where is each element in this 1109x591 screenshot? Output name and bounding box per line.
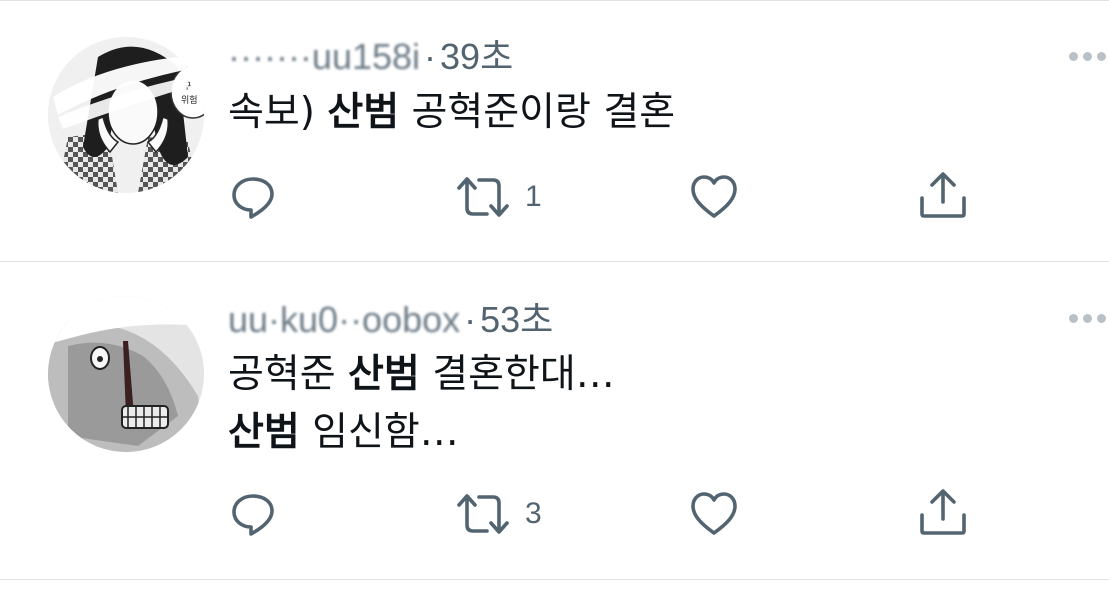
more-dots-icon bbox=[1069, 313, 1078, 323]
tweet-header: ·······uu158i · 39초 bbox=[228, 37, 513, 77]
avatar[interactable] bbox=[48, 296, 204, 452]
text-segment: 임신함… bbox=[299, 410, 459, 455]
tweet[interactable]: uu·ku0··oobox · 53초 공혁준 산범 결혼한대… 산범 임신함… 3 bbox=[0, 262, 1109, 579]
retweet-button[interactable]: 1 bbox=[455, 174, 542, 220]
tweet-header: uu·ku0··oobox · 53초 bbox=[228, 300, 553, 340]
more-options-button[interactable] bbox=[1069, 308, 1109, 328]
tweet[interactable]: 구 위험 ·······uu158i·39초 속보) 산범 공혁준이랑 결혼 1 bbox=[0, 0, 1109, 261]
text-segment: 공혁준 bbox=[228, 352, 349, 397]
share-upload-icon bbox=[920, 489, 966, 535]
user-handle[interactable]: ·······uu158i bbox=[228, 36, 420, 77]
reply-bubble-icon bbox=[232, 177, 274, 219]
retweet-icon bbox=[457, 494, 509, 534]
header-separator: · bbox=[424, 36, 437, 77]
reply-bubble-icon bbox=[232, 494, 274, 536]
more-dots-icon bbox=[1083, 51, 1092, 61]
avatar[interactable]: 구 위험 bbox=[48, 37, 204, 193]
tweet-divider bbox=[0, 579, 1109, 580]
user-handle[interactable]: uu·ku0··oobox bbox=[228, 299, 460, 340]
timestamp[interactable]: 39초 bbox=[440, 36, 513, 77]
share-button[interactable] bbox=[918, 170, 968, 220]
more-dots-icon bbox=[1069, 51, 1078, 61]
more-dots-icon bbox=[1097, 313, 1106, 323]
highlighted-keyword: 산범 bbox=[228, 410, 300, 455]
reply-button[interactable] bbox=[230, 174, 276, 220]
share-upload-icon bbox=[920, 172, 966, 218]
tweet-text-line: 공혁준 산범 결혼한대… bbox=[228, 352, 615, 398]
highlighted-keyword: 산범 bbox=[327, 90, 400, 135]
retweet-count: 3 bbox=[525, 497, 542, 530]
text-segment: 속보) bbox=[228, 90, 328, 135]
heart-icon bbox=[691, 492, 737, 535]
reply-button[interactable] bbox=[230, 491, 276, 537]
text-segment: 결혼한대… bbox=[419, 352, 615, 397]
more-dots-icon bbox=[1097, 51, 1106, 61]
like-button[interactable] bbox=[690, 174, 738, 220]
header-separator: · bbox=[464, 299, 477, 340]
retweet-count: 1 bbox=[525, 180, 542, 213]
text-segment: 공혁준이랑 결혼 bbox=[399, 90, 676, 135]
heart-icon bbox=[691, 175, 737, 218]
tweet-text-line: 산범 임신함… bbox=[228, 410, 459, 456]
more-options-button[interactable] bbox=[1069, 46, 1109, 66]
retweet-icon bbox=[457, 177, 509, 217]
like-button[interactable] bbox=[690, 491, 738, 537]
retweet-button[interactable]: 3 bbox=[455, 491, 542, 537]
tweet-text-line: 속보) 산범 공혁준이랑 결혼 bbox=[228, 90, 675, 136]
svg-text:위험: 위험 bbox=[181, 95, 198, 106]
more-dots-icon bbox=[1083, 313, 1092, 323]
highlighted-keyword: 산범 bbox=[348, 352, 420, 397]
timestamp[interactable]: 53초 bbox=[480, 299, 553, 340]
share-button[interactable] bbox=[918, 487, 968, 537]
